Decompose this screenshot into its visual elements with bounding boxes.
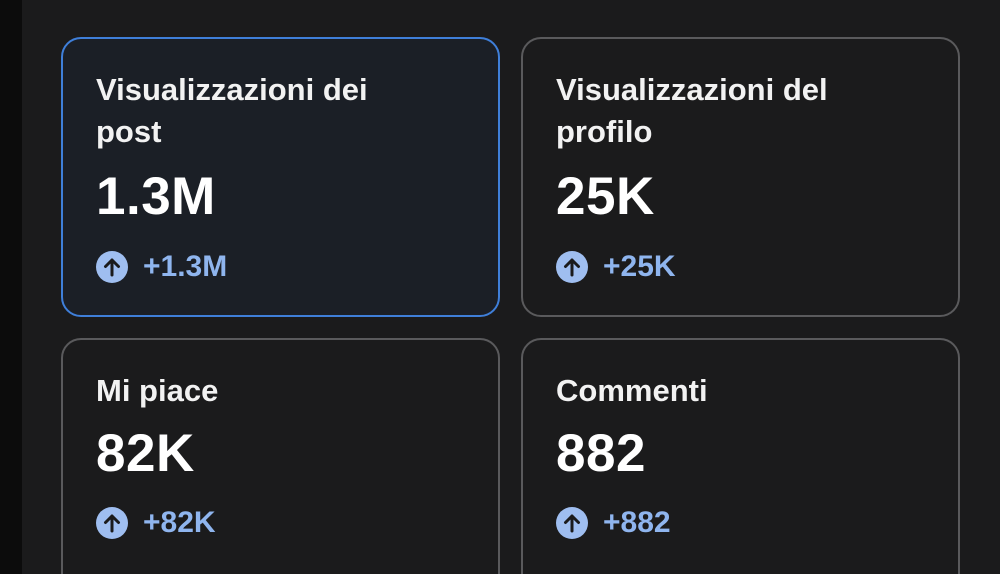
stat-delta: +882 [556, 506, 671, 540]
arrow-up-circle-icon [556, 507, 588, 539]
stat-delta-value: +25K [603, 250, 676, 283]
arrow-up-circle-icon [556, 251, 588, 283]
stat-card-comments[interactable]: Commenti 882 +882 [521, 338, 960, 574]
stat-delta: +25K [556, 250, 676, 284]
stat-label: Visualizzazioni del profilo [556, 72, 828, 149]
stat-delta-value: +1.3M [143, 250, 228, 283]
stat-card-post-views[interactable]: Visualizzazioni dei post 1.3M +1.3M [61, 37, 500, 317]
stat-delta-value: +882 [603, 506, 671, 539]
stat-label: Visualizzazioni dei post [96, 72, 368, 149]
stat-label: Commenti [556, 373, 708, 408]
arrow-up-circle-icon [96, 507, 128, 539]
stat-delta-value: +82K [143, 506, 216, 539]
stat-label: Mi piace [96, 373, 219, 408]
stat-delta: +1.3M [96, 250, 227, 284]
stat-value: 882 [556, 424, 646, 483]
stat-value: 82K [96, 424, 195, 483]
left-edge-bar [0, 0, 22, 574]
insights-panel: Visualizzazioni dei post 1.3M +1.3M Visu… [0, 0, 1000, 574]
stat-value: 25K [556, 167, 655, 226]
arrow-up-circle-icon [96, 251, 128, 283]
stat-card-likes[interactable]: Mi piace 82K +82K [61, 338, 500, 574]
stat-value: 1.3M [96, 167, 216, 226]
stat-delta: +82K [96, 506, 216, 540]
stat-card-profile-views[interactable]: Visualizzazioni del profilo 25K +25K [521, 37, 960, 317]
